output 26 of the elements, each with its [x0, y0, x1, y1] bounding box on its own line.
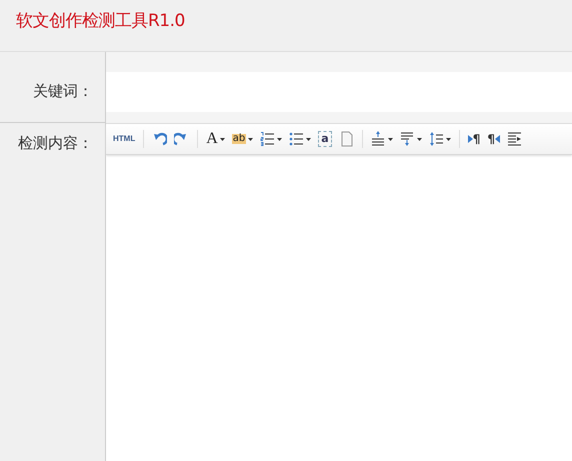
bullet-list-icon: [289, 131, 304, 147]
font-color-button[interactable]: A: [204, 128, 227, 150]
blank-page-icon: [338, 131, 354, 147]
caret-icon: [248, 138, 254, 140]
triangle-right-icon: [468, 135, 473, 143]
html-source-button[interactable]: HTML: [111, 128, 138, 150]
keyword-input-field[interactable]: [106, 72, 572, 112]
line-height-icon: [428, 131, 444, 147]
triangle-left-icon: [494, 135, 500, 143]
caret-icon: [277, 138, 282, 140]
highlight-color-button[interactable]: ab: [230, 128, 256, 150]
content-label: 检测内容：: [18, 134, 93, 152]
app-title: 软文创作检测工具R1.0: [16, 11, 185, 31]
paragraph-space-top-icon: [370, 131, 386, 147]
caret-icon: [388, 138, 393, 140]
undo-arrow-icon: [152, 131, 168, 147]
paragraph-space-bottom-icon: [400, 131, 415, 147]
caret-icon: [416, 138, 422, 140]
indent-icon: [506, 131, 522, 147]
caret-icon: [220, 138, 225, 140]
keyword-label: 关键词：: [33, 82, 93, 100]
caret-icon: [306, 138, 312, 140]
caret-icon: [446, 138, 451, 140]
left-to-right-button[interactable]: ¶: [466, 128, 482, 150]
right-to-left-button[interactable]: ¶: [485, 128, 502, 150]
numbered-list-icon: [260, 131, 276, 147]
